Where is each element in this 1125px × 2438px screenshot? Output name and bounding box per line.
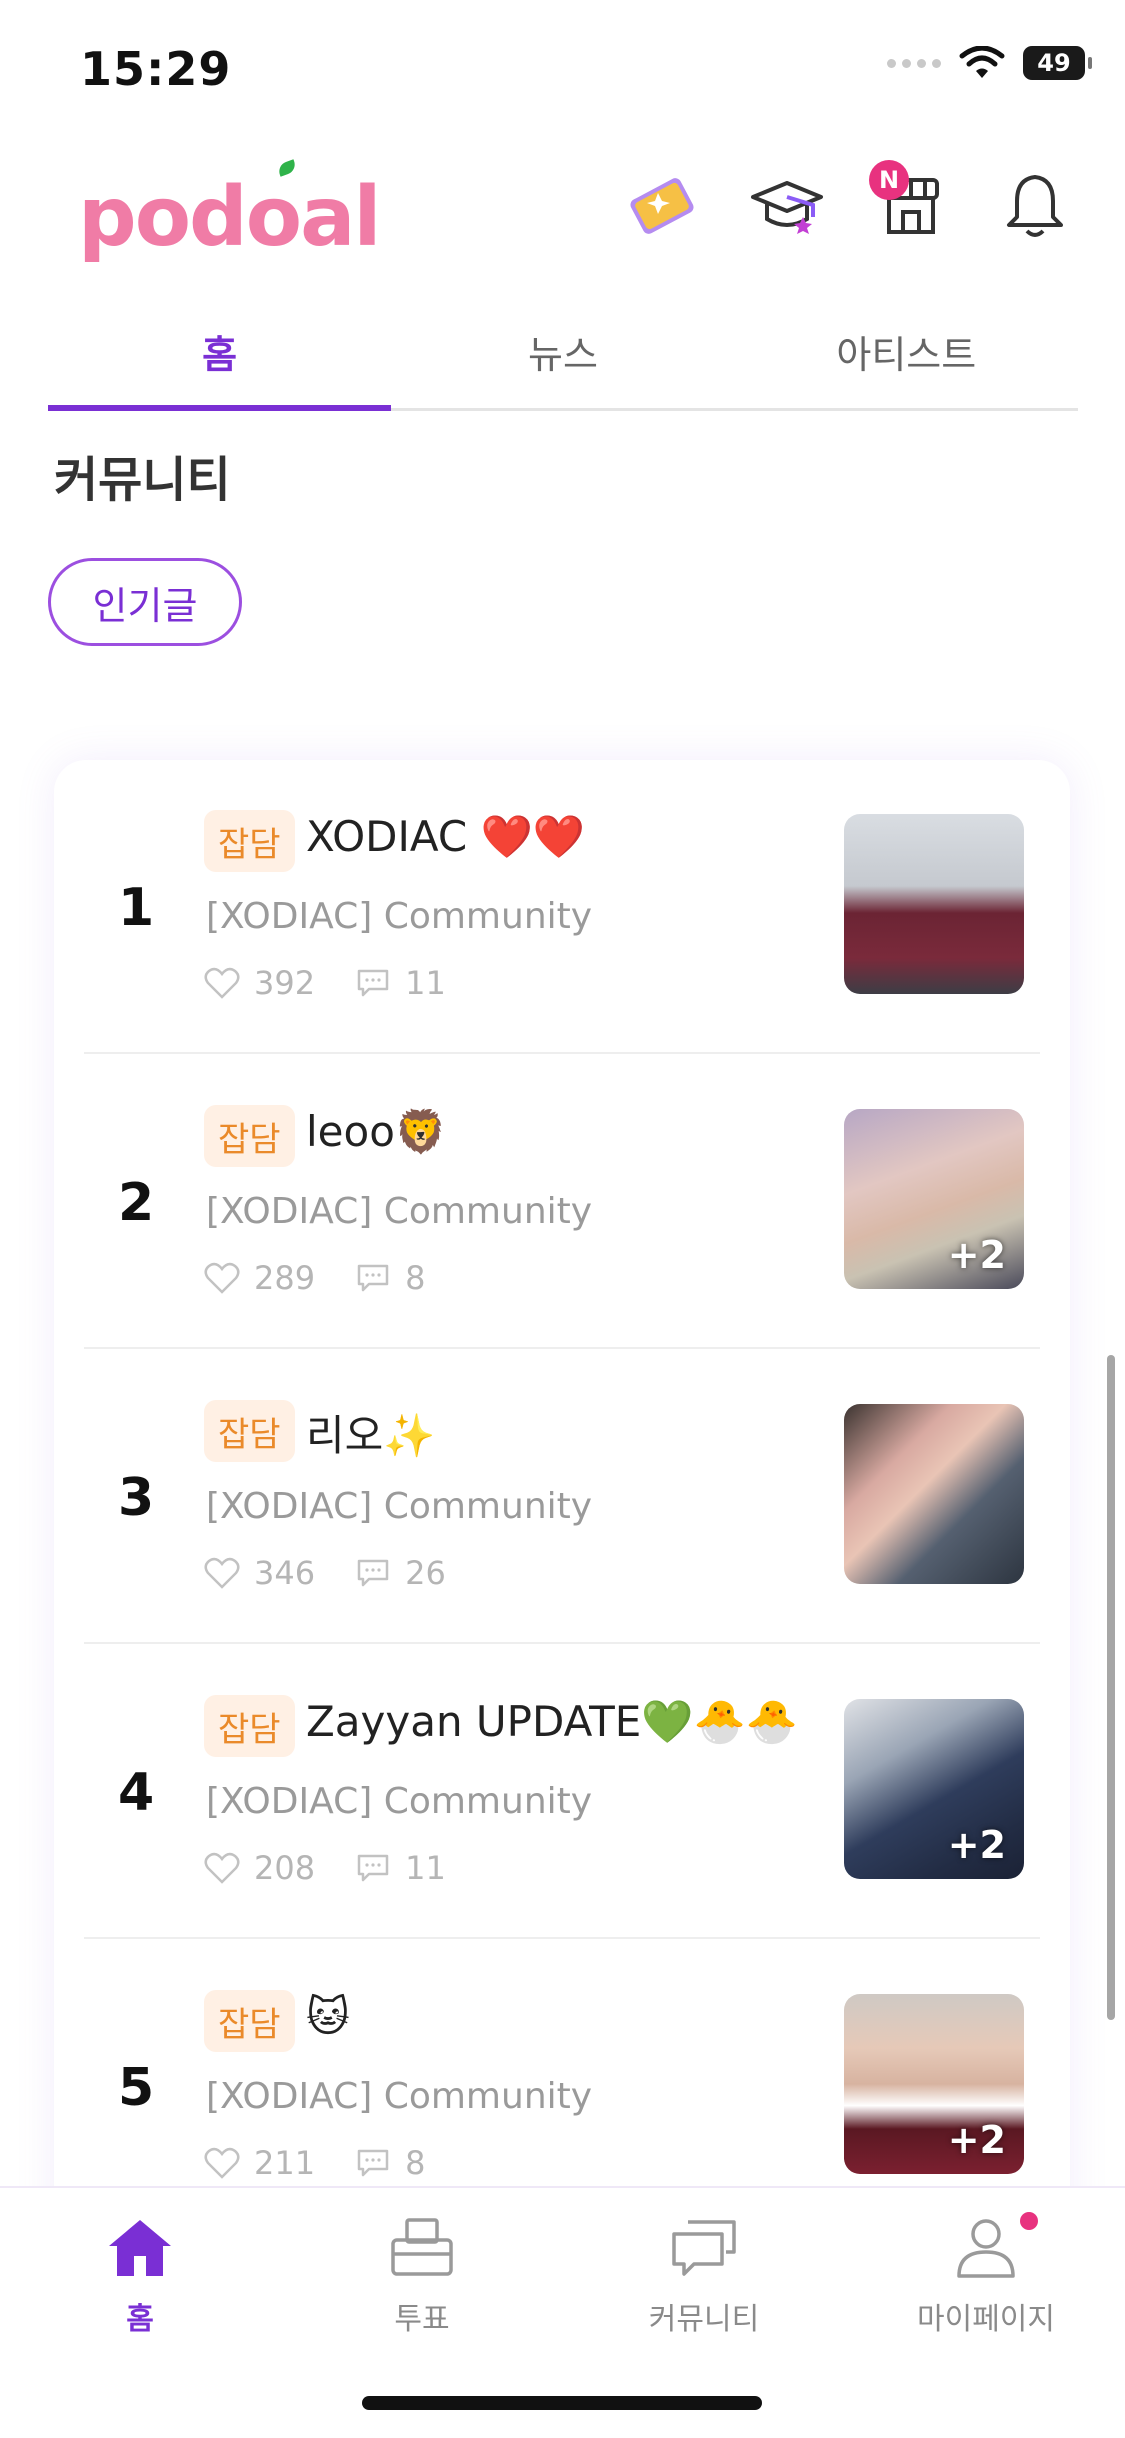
post-thumbnail: +2 <box>844 1994 1024 2174</box>
signal-icon <box>887 58 941 68</box>
comment-icon <box>357 1559 389 1587</box>
section-title: 커뮤니티 <box>54 452 231 508</box>
list-item[interactable]: 2 잡담 leoo🦁 [XODIAC] Community 289 8 +2 <box>54 1055 1070 1349</box>
category-tag: 잡담 <box>204 1990 295 2052</box>
status-indicators: 49 <box>887 46 1092 80</box>
category-tag: 잡담 <box>204 810 295 872</box>
like-count: 346 <box>254 1554 316 1592</box>
comment-icon <box>357 969 389 997</box>
post-thumbnail: +2 <box>844 1699 1024 1879</box>
like-count: 211 <box>254 2144 316 2182</box>
post-community: [XODIAC] Community <box>206 1191 593 1232</box>
heart-icon <box>204 967 240 999</box>
post-stats: 211 8 <box>204 2144 465 2182</box>
nav-home[interactable]: 홈 <box>40 2216 240 2338</box>
like-count: 208 <box>254 1849 316 1887</box>
post-title: XODIAC ❤️❤️ <box>306 812 586 861</box>
comment-count: 11 <box>405 1849 446 1887</box>
logo-text: podoal <box>78 170 382 265</box>
comment-icon <box>357 2149 389 2177</box>
comment-count: 11 <box>405 964 446 1002</box>
list-item[interactable]: 3 잡담 리오✨ [XODIAC] Community 346 26 <box>54 1350 1070 1644</box>
extra-image-count: +2 <box>947 1823 1006 1867</box>
bell-icon[interactable] <box>995 166 1075 246</box>
nav-mypage[interactable]: 마이페이지 <box>886 2212 1086 2338</box>
popular-posts-chip[interactable]: 인기글 <box>48 558 242 646</box>
chat-bubbles-icon <box>672 2220 736 2276</box>
post-title: 리오✨ <box>306 1411 436 1460</box>
post-rank: 1 <box>118 878 155 938</box>
comment-count: 26 <box>405 1554 446 1592</box>
like-count: 392 <box>254 964 316 1002</box>
post-stats: 289 8 <box>204 1259 465 1297</box>
post-community: [XODIAC] Community <box>206 1781 593 1822</box>
post-stats: 208 11 <box>204 1849 486 1887</box>
notification-dot <box>1020 2212 1038 2230</box>
store-icon[interactable]: N <box>869 160 951 246</box>
nav-community[interactable]: 커뮤니티 <box>604 2216 804 2338</box>
main-tabs: 홈 뉴스 아티스트 <box>48 300 1078 411</box>
nav-label: 커뮤니티 <box>648 2302 760 2337</box>
graduation-cap-icon[interactable] <box>747 166 827 246</box>
ticket-icon[interactable] <box>623 166 703 246</box>
post-title: Zayyan UPDATE💚🐣🐣 <box>306 1697 799 1746</box>
post-community: [XODIAC] Community <box>206 1486 593 1527</box>
nav-vote[interactable]: 투표 <box>322 2216 522 2338</box>
new-badge: N <box>869 160 909 200</box>
comment-icon <box>357 1264 389 1292</box>
category-tag: 잡담 <box>204 1695 295 1757</box>
post-thumbnail: +2 <box>844 1109 1024 1289</box>
user-icon <box>957 2219 1015 2278</box>
post-thumbnail <box>844 1404 1024 1584</box>
wifi-icon <box>959 46 1005 78</box>
nav-label: 마이페이지 <box>917 2302 1055 2337</box>
status-bar: 15:29 49 <box>0 0 1125 130</box>
scrollbar[interactable] <box>1107 1355 1115 2020</box>
like-count: 289 <box>254 1259 316 1297</box>
nav-label: 홈 <box>126 2302 154 2337</box>
post-community: [XODIAC] Community <box>206 2076 593 2117</box>
post-thumbnail <box>844 814 1024 994</box>
post-rank: 5 <box>118 2058 155 2118</box>
comment-count: 8 <box>405 2144 426 2182</box>
status-time: 15:29 <box>80 42 232 96</box>
post-title: 🐱 <box>306 1992 350 2041</box>
post-stats: 392 11 <box>204 964 486 1002</box>
heart-icon <box>204 1262 240 1294</box>
heart-icon <box>204 2147 240 2179</box>
extra-image-count: +2 <box>947 2118 1006 2162</box>
comment-icon <box>357 1854 389 1882</box>
tab-news[interactable]: 뉴스 <box>391 300 734 408</box>
post-title: leoo🦁 <box>306 1107 448 1156</box>
tab-home[interactable]: 홈 <box>48 300 392 411</box>
comment-count: 8 <box>405 1259 426 1297</box>
post-stats: 346 26 <box>204 1554 486 1592</box>
category-tag: 잡담 <box>204 1105 295 1167</box>
heart-icon <box>204 1557 240 1589</box>
podoal-logo[interactable]: podoal <box>78 159 382 265</box>
ballot-box-icon <box>391 2218 453 2276</box>
post-rank: 3 <box>118 1468 155 1528</box>
list-item[interactable]: 1 잡담 XODIAC ❤️❤️ [XODIAC] Community 392 … <box>54 760 1070 1054</box>
app-header: podoal N <box>0 150 1125 270</box>
header-actions: N <box>623 160 1075 246</box>
tab-artist[interactable]: 아티스트 <box>735 300 1078 408</box>
home-indicator <box>362 2396 762 2410</box>
nav-label: 투표 <box>394 2302 450 2337</box>
home-icon <box>109 2220 171 2276</box>
list-item[interactable]: 4 잡담 Zayyan UPDATE💚🐣🐣 [XODIAC] Community… <box>54 1645 1070 1939</box>
battery-level: 49 <box>1037 49 1071 77</box>
battery-icon: 49 <box>1023 46 1092 80</box>
popular-posts-list: 1 잡담 XODIAC ❤️❤️ [XODIAC] Community 392 … <box>54 760 1070 2260</box>
extra-image-count: +2 <box>947 1233 1006 1277</box>
post-rank: 4 <box>118 1763 155 1823</box>
category-tag: 잡담 <box>204 1400 295 1462</box>
post-community: [XODIAC] Community <box>206 896 593 937</box>
heart-icon <box>204 1852 240 1884</box>
post-rank: 2 <box>118 1173 155 1233</box>
